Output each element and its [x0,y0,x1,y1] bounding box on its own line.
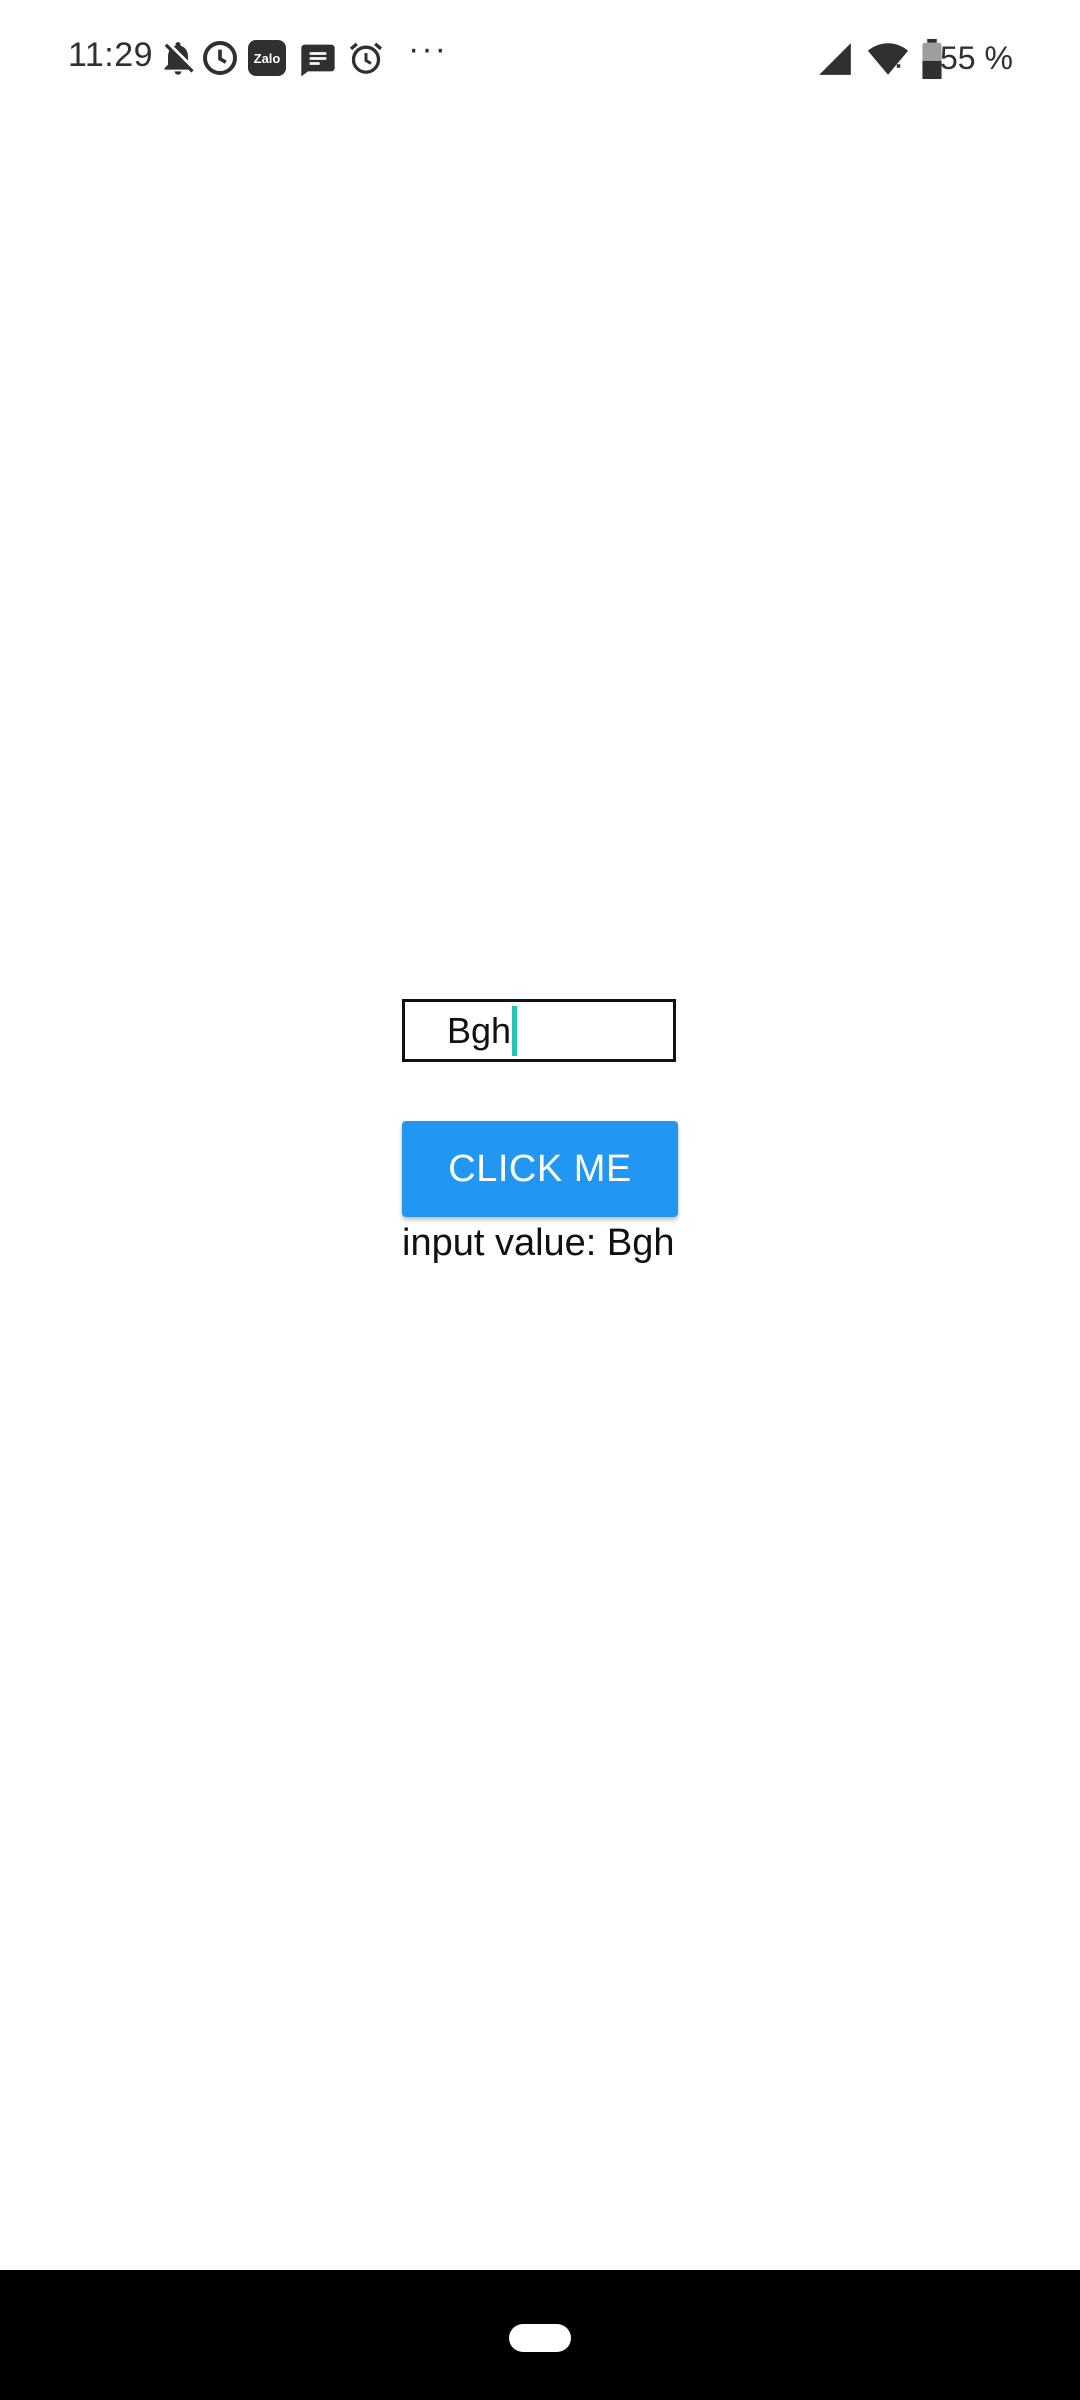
clock-icon [200,38,240,78]
home-gesture-pill[interactable] [509,2324,571,2352]
status-bar: 11:29 Zalo ··· 55 % [0,0,1080,118]
message-icon [298,38,338,78]
bell-off-icon [158,38,198,78]
input-value-label: input value: Bgh [402,1222,675,1264]
battery-percentage: 55 % [940,40,1013,76]
input-text-value: Bgh [447,1009,512,1051]
zalo-icon: Zalo [248,40,286,76]
app-screen: 11:29 Zalo ··· 55 % Bgh CLICK ME input v… [0,0,1080,2400]
click-me-button[interactable]: CLICK ME [402,1121,678,1217]
wifi-icon [866,38,910,80]
text-input[interactable]: Bgh [402,999,676,1062]
navigation-bar [0,2270,1080,2400]
text-cursor [512,1005,518,1056]
status-time: 11:29 [68,36,154,74]
more-icon: ··· [408,30,448,68]
alarm-icon [346,38,386,78]
cellular-signal-icon [816,40,854,78]
